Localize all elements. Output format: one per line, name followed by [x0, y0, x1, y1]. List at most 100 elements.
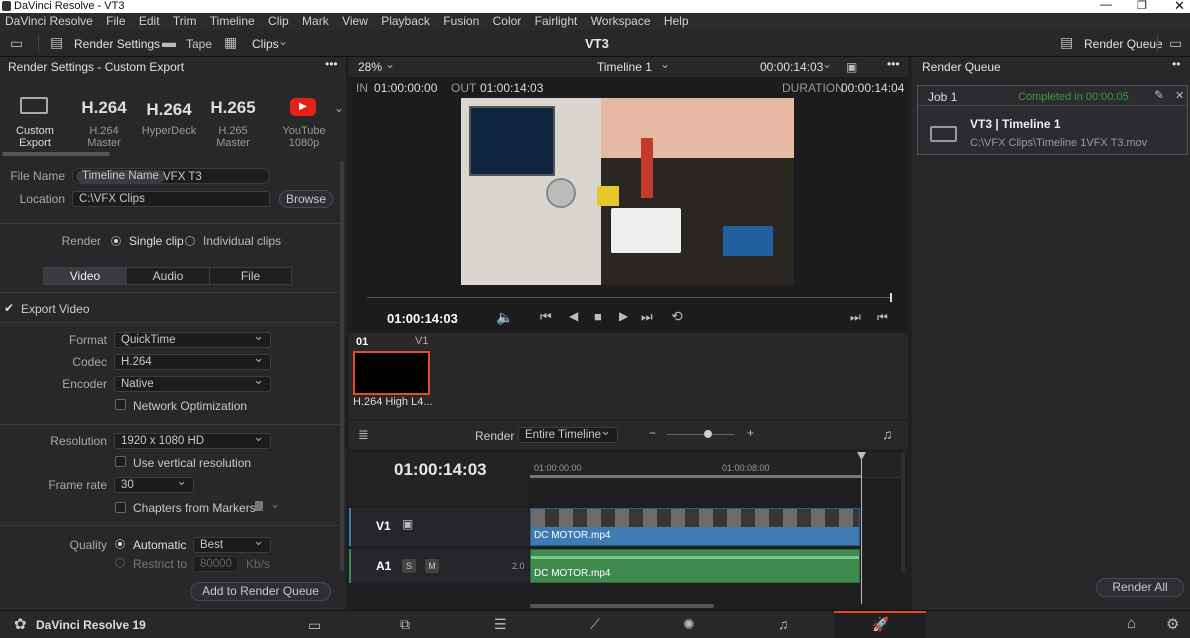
render-range-select[interactable]: Entire Timeline	[518, 424, 618, 443]
delete-icon[interactable]: ✕	[1175, 89, 1184, 102]
media-page-icon[interactable]: ▭	[308, 617, 321, 634]
quality-select[interactable]: Best	[193, 534, 271, 553]
zoom-in-icon[interactable]: +	[747, 426, 754, 440]
render-queue-button[interactable]: Render Queue	[1084, 37, 1163, 51]
menu-help[interactable]: Help	[659, 13, 694, 30]
encoder-select[interactable]: Native	[114, 373, 271, 392]
loop-icon[interactable]: ⟲	[671, 308, 683, 325]
preset-custom-export[interactable]: Custom Export	[0, 95, 70, 149]
volume-icon[interactable]: 🔈	[496, 309, 513, 326]
next-clip-icon[interactable]: ⏭	[850, 310, 861, 325]
options-icon[interactable]: ••	[1172, 54, 1180, 74]
scrub-bar[interactable]	[367, 297, 891, 298]
vertical-resolution-checkbox[interactable]	[115, 456, 126, 467]
presets-more-icon[interactable]: ⌄	[334, 101, 344, 115]
audio-clip[interactable]: DC MOTOR.mp4	[530, 549, 860, 583]
marker-chevron-icon[interactable]: ⌄	[270, 497, 280, 511]
options-icon[interactable]: •••	[887, 54, 900, 74]
clips-chevron-icon[interactable]: ⌄	[278, 34, 288, 48]
presets-scrollbar[interactable]	[2, 152, 110, 156]
job-card[interactable]: Job 1 Completed in 00:00:05 ✎ ✕ VT3 | Ti…	[917, 85, 1188, 155]
menu-davinci[interactable]: DaVinci Resolve	[0, 13, 98, 30]
step-back-icon[interactable]: ◀	[569, 309, 578, 323]
tab-file[interactable]: File	[209, 268, 291, 284]
scrub-playhead[interactable]	[890, 293, 892, 302]
edit-icon[interactable]: ✎	[1154, 88, 1164, 102]
stop-icon[interactable]: ■	[594, 309, 602, 324]
vertical-resolution-label[interactable]: Use vertical resolution	[133, 456, 251, 470]
clips-icon[interactable]: ▦	[224, 34, 237, 51]
location-field[interactable]: C:\VFX Clips	[72, 191, 270, 207]
solo-button[interactable]: S	[402, 559, 416, 573]
v1-monitor-icon[interactable]: ▣	[402, 517, 413, 531]
prev-clip-icon[interactable]: ⏮	[877, 310, 888, 325]
tab-audio[interactable]: Audio	[126, 268, 209, 284]
minimize-icon[interactable]: —	[1100, 0, 1112, 11]
fairlight-page-icon[interactable]: ♫	[778, 616, 789, 632]
vertical-scrollbar[interactable]	[901, 452, 905, 572]
preset-h264-master[interactable]: H.264 H.264 Master	[72, 95, 136, 149]
panel-scrollbar[interactable]	[340, 161, 344, 571]
menu-file[interactable]: File	[101, 13, 130, 30]
menu-color[interactable]: Color	[488, 13, 527, 30]
render-queue-icon[interactable]: ▤	[1060, 34, 1073, 51]
monitor-icon[interactable]: ▭	[10, 35, 23, 52]
range-bar[interactable]	[530, 475, 862, 478]
clip-thumbnail[interactable]	[353, 351, 430, 395]
restrict-field[interactable]: 80000	[193, 556, 238, 572]
restrict-radio[interactable]	[115, 558, 125, 568]
timeline-chevron-icon[interactable]: ⌄	[660, 54, 670, 74]
zoom-slider-handle[interactable]	[704, 430, 712, 438]
close-icon[interactable]: ✕	[1174, 0, 1185, 14]
menu-timeline[interactable]: Timeline	[205, 13, 260, 30]
single-clip-label[interactable]: Single clip	[129, 234, 184, 248]
file-name-field[interactable]: Timeline Name VFX T3	[72, 168, 270, 184]
audio-icon[interactable]: ♫	[882, 426, 893, 442]
menu-mark[interactable]: Mark	[297, 13, 334, 30]
zoom-slider[interactable]	[667, 434, 735, 435]
codec-select[interactable]: H.264	[114, 351, 271, 370]
timeline-name[interactable]: Timeline 1	[597, 57, 652, 77]
individual-clips-label[interactable]: Individual clips	[203, 234, 281, 248]
jump-start-icon[interactable]: ⏮	[540, 309, 552, 325]
deliver-page-tab[interactable]: 🚀	[834, 611, 926, 638]
individual-clips-radio[interactable]	[185, 236, 195, 246]
menu-view[interactable]: View	[337, 13, 373, 30]
video-clip[interactable]: DC MOTOR.mp4	[530, 508, 860, 546]
render-settings-icon[interactable]: ▤	[50, 34, 63, 51]
mute-button[interactable]: M	[425, 559, 439, 573]
video-frame[interactable]	[461, 98, 794, 285]
viewer-mode-icon[interactable]: ▣	[846, 57, 857, 77]
export-video-checkbox[interactable]: ✔	[4, 301, 14, 315]
marker-color-icon[interactable]	[255, 501, 263, 511]
automatic-radio[interactable]	[115, 539, 125, 549]
browse-button[interactable]: Browse	[279, 190, 333, 208]
network-optimization-label[interactable]: Network Optimization	[133, 399, 247, 413]
settings-icon[interactable]: ⚙	[1166, 615, 1179, 633]
menu-edit[interactable]: Edit	[134, 13, 165, 30]
menu-playback[interactable]: Playback	[376, 13, 435, 30]
monitor-right-icon[interactable]: ▭	[1169, 35, 1182, 52]
tc-chevron-icon[interactable]: ⌄	[822, 54, 832, 74]
edit-page-icon[interactable]: ☰	[494, 616, 507, 633]
menu-fusion[interactable]: Fusion	[438, 13, 484, 30]
timeline-options-icon[interactable]: ≣	[358, 427, 369, 443]
zoom-level[interactable]: 28%	[358, 57, 382, 77]
menu-fairlight[interactable]: Fairlight	[530, 13, 583, 30]
export-video-label[interactable]: Export Video	[21, 302, 90, 316]
network-optimization-checkbox[interactable]	[115, 399, 126, 410]
options-icon[interactable]: •••	[325, 54, 338, 74]
chapters-checkbox[interactable]	[115, 502, 126, 513]
jump-end-icon[interactable]: ⏭	[641, 309, 653, 325]
tab-video[interactable]: Video	[44, 268, 126, 284]
restrict-label[interactable]: Restrict to	[133, 557, 187, 571]
play-icon[interactable]: ▶	[619, 309, 628, 323]
restore-icon[interactable]: ❐	[1137, 0, 1147, 12]
preset-h265-master[interactable]: H.265 H.265 Master	[202, 95, 264, 149]
menu-workspace[interactable]: Workspace	[586, 13, 656, 30]
render-all-button[interactable]: Render All	[1096, 578, 1184, 597]
preset-hyperdeck[interactable]: H.264 HyperDeck	[138, 95, 200, 137]
preset-youtube[interactable]: ▶ YouTube 1080p	[268, 95, 340, 149]
color-page-icon[interactable]: ✺	[683, 616, 695, 633]
tape-icon[interactable]: ▬	[162, 34, 176, 50]
